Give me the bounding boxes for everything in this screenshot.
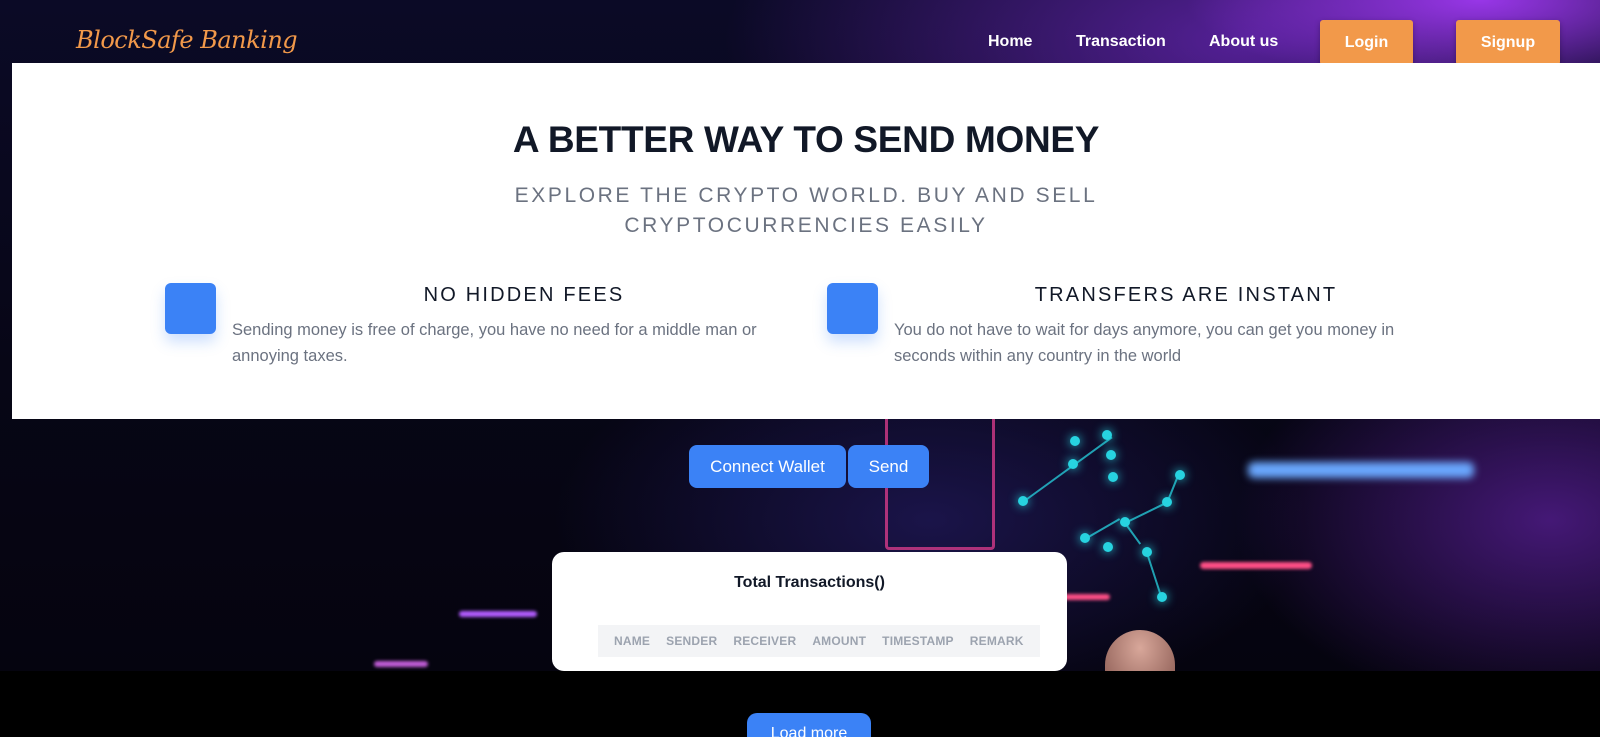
feature-title: TRANSFERS ARE INSTANT (1034, 284, 1338, 306)
feature-icon (827, 283, 878, 334)
nav-about-link[interactable]: About us (1209, 33, 1278, 51)
login-button[interactable]: Login (1320, 20, 1413, 65)
decorative-glow-bar (1200, 562, 1312, 569)
load-more-button[interactable]: Load more (747, 713, 871, 737)
feature-title: NO HIDDEN FEES (423, 284, 625, 306)
feature-description: Sending money is free of charge, you hav… (232, 321, 757, 365)
transactions-title: Total Transactions() (734, 574, 885, 591)
column-header-name: NAME (614, 634, 651, 648)
network-node (1106, 450, 1116, 460)
network-link (1124, 500, 1171, 524)
column-header-amount: AMOUNT (812, 634, 867, 648)
send-button[interactable]: Send (848, 445, 929, 488)
decorative-glow-bar (374, 661, 428, 667)
connect-wallet-button[interactable]: Connect Wallet (689, 445, 846, 488)
decorative-glow-bar (459, 611, 537, 617)
page: BlockSafe Banking Home Transaction About… (0, 0, 1600, 737)
network-node (1070, 436, 1080, 446)
network-link (1124, 522, 1142, 545)
network-link (1022, 436, 1113, 503)
column-header-remark: REMARK (969, 634, 1024, 648)
transactions-card: Total Transactions() NAME SENDER RECEIVE… (552, 552, 1067, 671)
site-header: BlockSafe Banking Home Transaction About… (0, 0, 1600, 65)
decorative-glow-bar (1064, 594, 1110, 600)
network-link (1146, 552, 1163, 598)
nav-transaction-link[interactable]: Transaction (1076, 33, 1166, 51)
column-header-receiver: RECEIVER (733, 634, 797, 648)
decorative-glow-bar (1248, 462, 1474, 478)
feature-icon (165, 283, 216, 334)
brand-logo[interactable]: BlockSafe Banking (76, 26, 298, 54)
transactions-table-header: NAME SENDER RECEIVER AMOUNT TIMESTAMP RE… (598, 625, 1040, 657)
signup-button[interactable]: Signup (1456, 20, 1560, 65)
column-header-sender: SENDER (666, 634, 718, 648)
page-title: A BETTER WAY TO SEND MONEY (512, 119, 1100, 160)
network-link (1166, 471, 1181, 504)
column-header-timestamp: TIMESTAMP (882, 634, 954, 648)
network-node (1103, 542, 1113, 552)
network-node (1108, 472, 1118, 482)
nav-home-link[interactable]: Home (988, 33, 1032, 51)
hero-panel: A BETTER WAY TO SEND MONEY EXPLORE THE C… (12, 63, 1600, 419)
feature-description: You do not have to wait for days anymore… (894, 321, 1395, 365)
page-subtitle: EXPLORE THE CRYPTO WORLD. BUY AND SELL C… (514, 184, 1098, 237)
network-link (1084, 518, 1121, 540)
